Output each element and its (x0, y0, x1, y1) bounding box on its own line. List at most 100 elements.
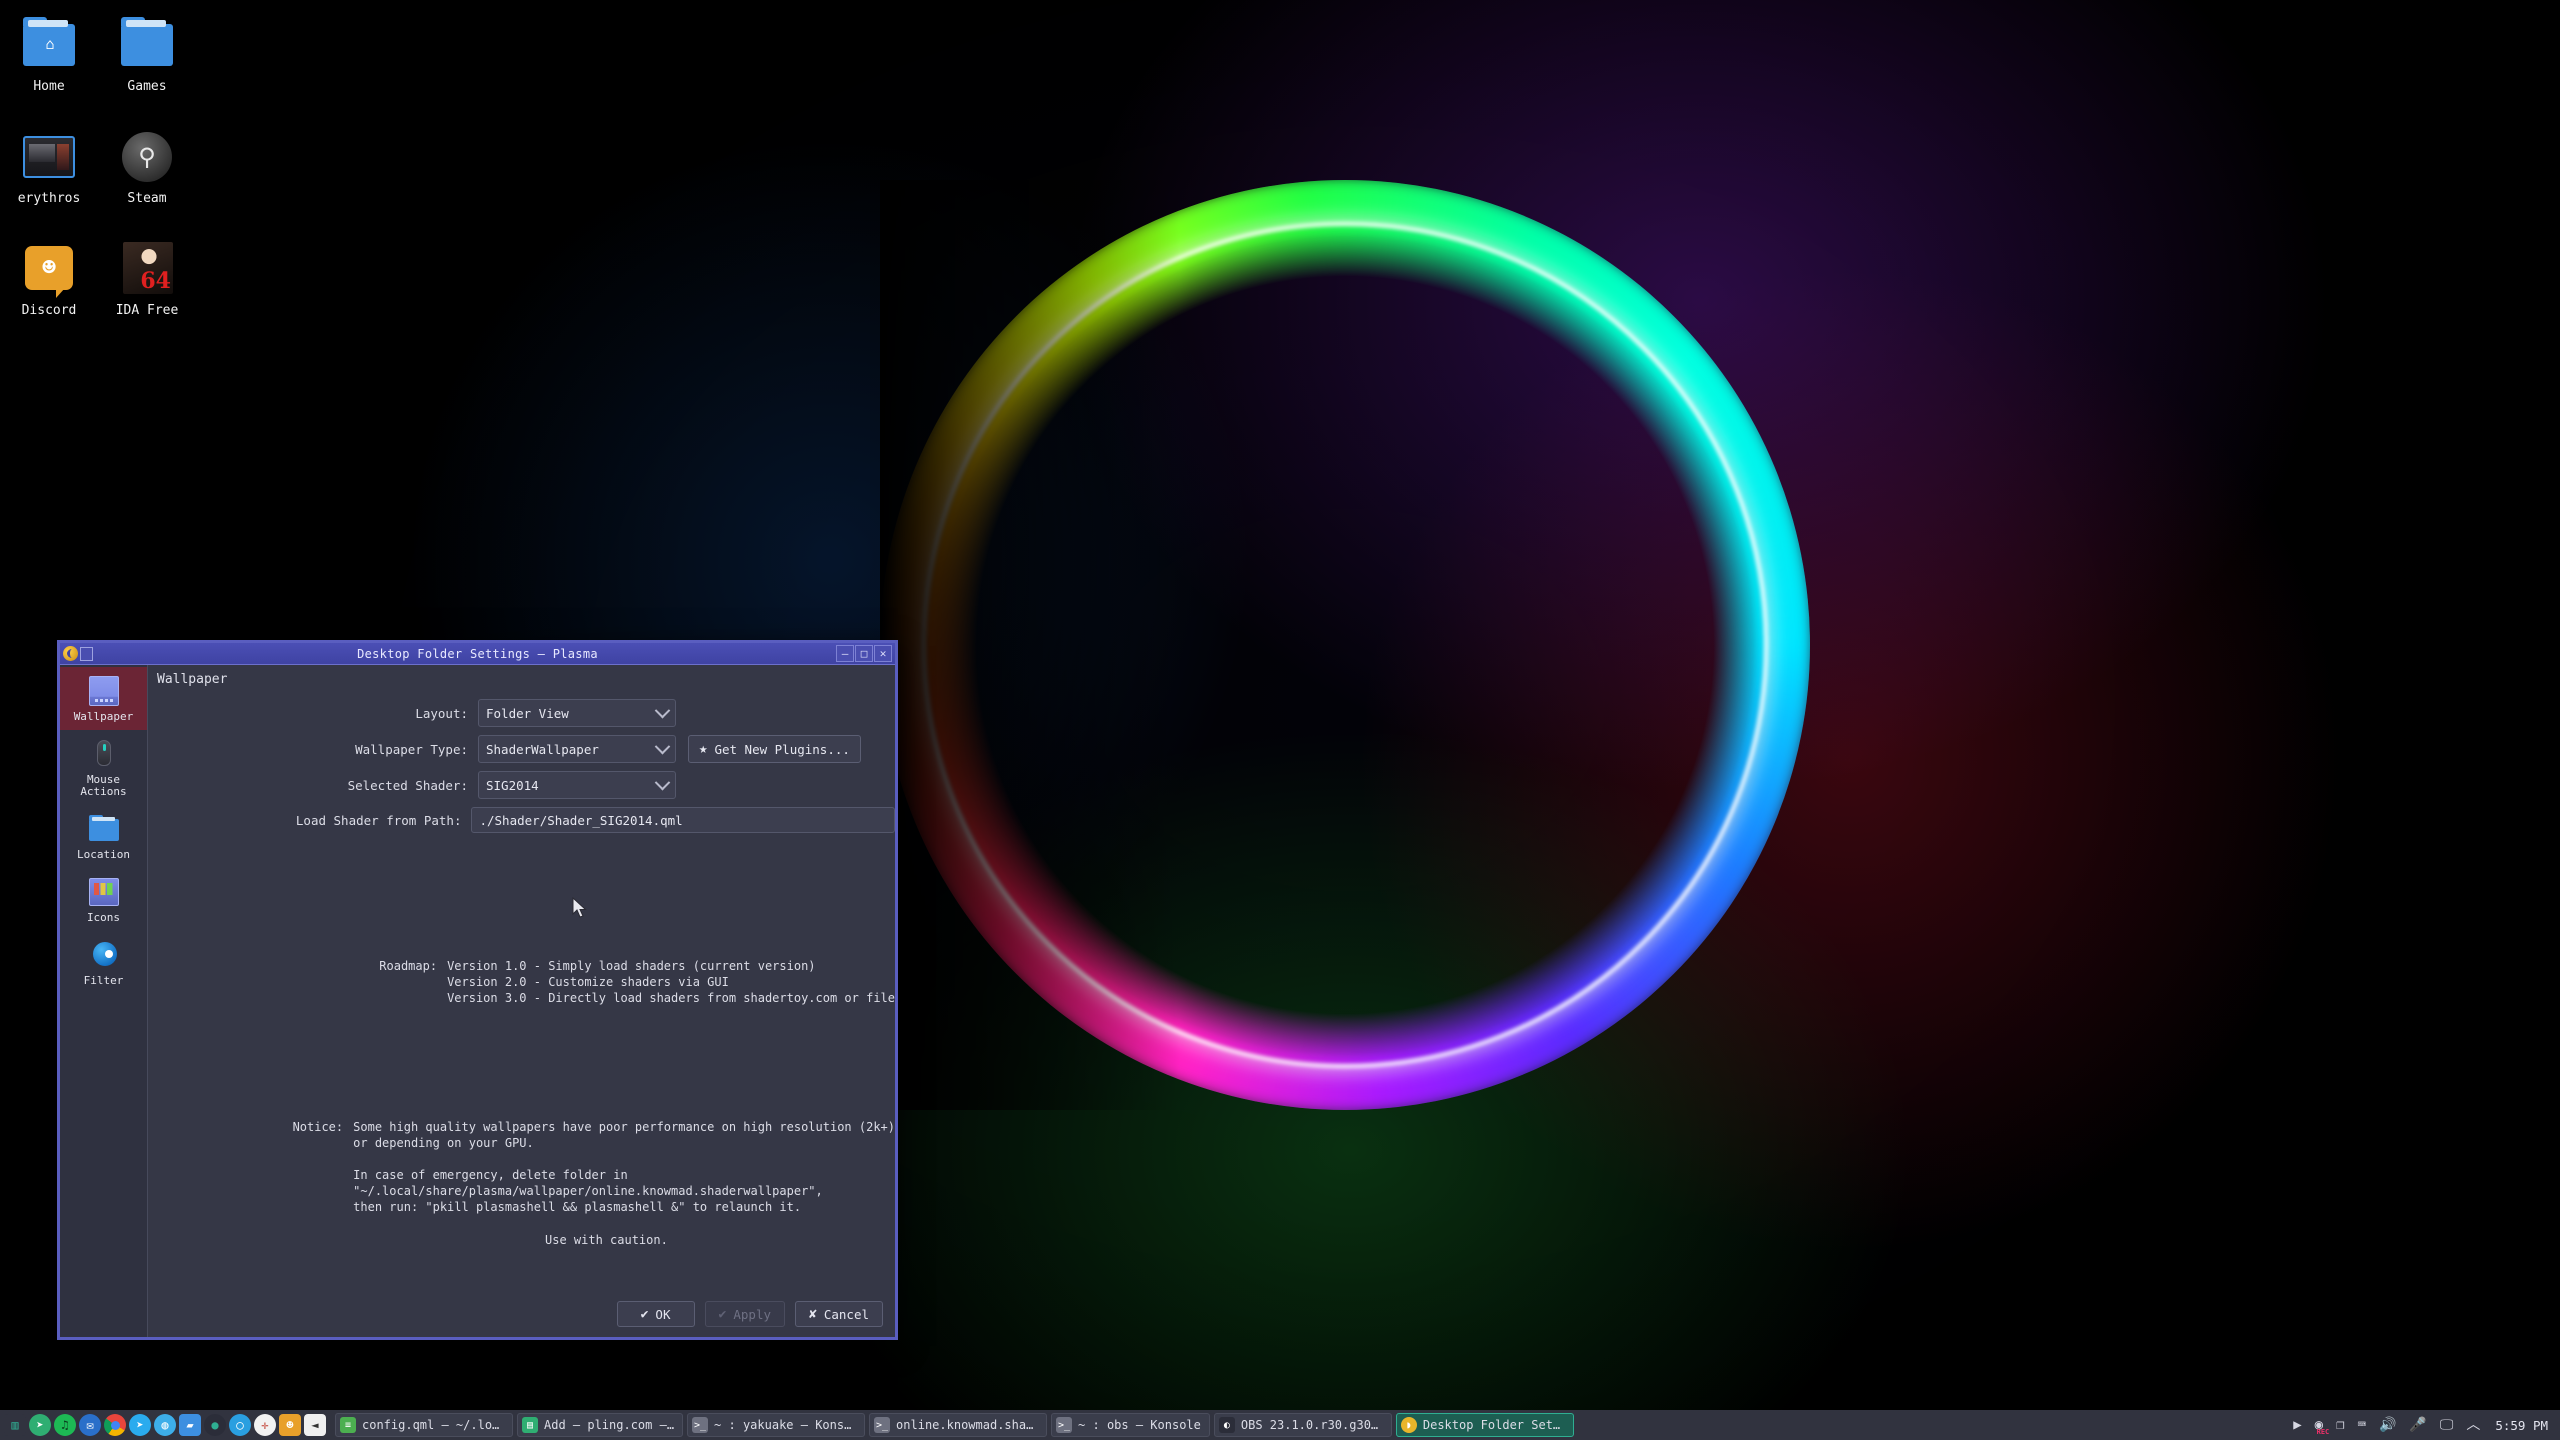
sidebar-item-mouse-actions[interactable]: Mouse Actions (60, 730, 147, 805)
telegram-alt-icon[interactable]: ➤ (29, 1414, 51, 1436)
konsole-blue-icon[interactable]: ◯ (229, 1414, 251, 1436)
selected-shader-select[interactable]: SIG2014 (478, 771, 676, 799)
wallpaper-icon (87, 676, 121, 706)
layout-select[interactable]: Folder View (478, 699, 676, 727)
minimize-button[interactable]: – (836, 645, 854, 662)
mouse-icon (87, 739, 121, 769)
sidebar-item-location[interactable]: Location (60, 805, 147, 868)
load-path-input[interactable]: ./Shader/Shader_SIG2014.qml (471, 807, 895, 833)
task-pling[interactable]: ▤ Add — pling.com —… (517, 1413, 684, 1437)
kate-icon: ≡ (340, 1417, 356, 1433)
rec-badge: REC (2316, 1428, 2330, 1436)
task-config-qml[interactable]: ≡ config.qml — ~/.local/… (335, 1413, 513, 1437)
apply-button-label: Apply (733, 1306, 772, 1322)
task-shaderwallpaper[interactable]: >_ online.knowmad.shaderw… (869, 1413, 1048, 1437)
sidebar-item-label: Filter (83, 974, 124, 988)
desktop-icon-discord[interactable]: ☻ Discord (0, 232, 98, 324)
desktop-icon-erythros[interactable]: erythros (0, 120, 98, 212)
desktop-icon-steam[interactable]: ⚲ Steam (98, 120, 196, 212)
folder-icon (87, 814, 121, 844)
ok-button[interactable]: ✔ OK (616, 1301, 695, 1327)
taskbar-launchers: ▥ ➤ ♫ ✉ ➤ ◍ ▰ ● ◯ ✛ ☻ ◄ (0, 1414, 326, 1436)
sidebar-item-label: Mouse Actions (80, 773, 127, 799)
task-label: OBS 23.1.0.r30.g3031a1… (1240, 1418, 1383, 1432)
sidebar-item-label: Wallpaper (73, 710, 134, 723)
desktop-folder-settings-dialog[interactable]: Desktop Folder Settings — Plasma – □ ✕ W… (57, 640, 898, 1340)
files-folder-icon[interactable]: ▰ (179, 1414, 201, 1436)
roadmap-block: Roadmap: Version 1.0 - Simply load shade… (148, 959, 895, 1007)
desktop[interactable]: ⌂ Home Games erythros ⚲ Steam ☻ Discord (0, 0, 2560, 1440)
window-menu-icon[interactable] (80, 646, 93, 661)
sidebar-item-filter[interactable]: Filter (60, 931, 147, 994)
folder-preview-icon (21, 128, 77, 184)
icons-grid-icon (87, 877, 121, 907)
clipboard-icon[interactable]: ❐ (2336, 1418, 2344, 1432)
desktop-icon-home[interactable]: ⌂ Home (0, 8, 98, 100)
task-label: Add — pling.com —… (544, 1418, 675, 1432)
task-yakuake-konsole[interactable]: >_ ~ : yakuake — Konsole (687, 1413, 866, 1437)
media-play-icon[interactable]: ▶ (2293, 1418, 2301, 1432)
gimp-icon[interactable]: ✛ (254, 1414, 276, 1436)
clock[interactable]: 5:59 PM (2493, 1418, 2548, 1433)
plasma-icon (63, 646, 78, 661)
obs-record-icon[interactable]: ◉ REC (2315, 1418, 2330, 1436)
wallpaper-form: Layout: Folder View Wallpaper Type: Shad… (148, 687, 895, 841)
ida-free-icon: 64 (119, 240, 175, 296)
task-label: ~ : yakuake — Konsole (714, 1418, 857, 1432)
task-desktop-folder-settings[interactable]: ◗ Desktop Folder Setting… (1395, 1413, 1574, 1437)
desktop-icon-label: erythros (17, 191, 81, 206)
chevron-up-icon[interactable]: ︿ (2466, 1418, 2480, 1432)
dolphin-icon[interactable]: ◍ (154, 1414, 176, 1436)
filter-toggle-icon (87, 940, 121, 970)
audio-app-icon[interactable]: ◄ (304, 1414, 326, 1436)
kicker-menu-icon[interactable]: ▥ (4, 1414, 26, 1436)
chevron-down-icon (654, 738, 671, 754)
microphone-icon[interactable]: ● (204, 1414, 226, 1436)
discord-icon[interactable]: ☻ (279, 1414, 301, 1436)
sidebar-item-label: Location (77, 848, 130, 862)
task-label: config.qml — ~/.local/… (362, 1418, 504, 1432)
desktop-icon-label: Discord (21, 303, 77, 318)
spotify-icon[interactable]: ♫ (54, 1414, 76, 1436)
close-button[interactable]: ✕ (874, 645, 892, 662)
desktop-icon-label: Steam (127, 191, 167, 206)
folder-home-icon: ⌂ (21, 16, 77, 72)
volume-icon[interactable]: 🔊 (2379, 1418, 2396, 1432)
ring-core (922, 222, 1768, 1068)
wallpaper-type-select[interactable]: ShaderWallpaper (478, 735, 676, 763)
desktop-icon-ida-free[interactable]: 64 IDA Free (98, 232, 196, 324)
dialog-content: Wallpaper Layout: Folder View Wallpaper … (148, 665, 895, 1337)
maximize-button[interactable]: □ (855, 645, 873, 662)
konsole-icon: >_ (874, 1417, 891, 1433)
load-path-row: Load Shader from Path: ./Shader/Shader_S… (148, 807, 895, 833)
microphone-icon[interactable]: 🎤 (2409, 1418, 2426, 1432)
notice-text: Some high quality wallpapers have poor p… (353, 1119, 895, 1214)
thunderbird-icon[interactable]: ✉ (79, 1414, 101, 1436)
roadmap-label: Roadmap: (379, 959, 438, 973)
desktop-icon-games[interactable]: Games (98, 8, 196, 100)
taskbar[interactable]: ▥ ➤ ♫ ✉ ➤ ◍ ▰ ● ◯ ✛ ☻ ◄ ≡ config.qml — ~… (0, 1410, 2560, 1440)
keyboard-icon[interactable]: ⌨ (2358, 1418, 2366, 1432)
cancel-button[interactable]: ✘ Cancel (795, 1301, 883, 1327)
system-tray: ▶ ◉ REC ❐ ⌨ 🔊 🎤 🖵 ︿ 5:59 PM (2293, 1418, 2560, 1436)
wallpaper-type-select-value: ShaderWallpaper (486, 741, 599, 757)
steam-icon: ⚲ (119, 128, 175, 184)
cancel-button-label: Cancel (823, 1306, 869, 1322)
wallpaper-type-row: Wallpaper Type: ShaderWallpaper ★ Get Ne… (148, 735, 895, 763)
get-new-plugins-button[interactable]: ★ Get New Plugins... (688, 735, 861, 763)
apply-button: ✔ Apply (704, 1301, 786, 1327)
telegram-icon[interactable]: ➤ (129, 1414, 151, 1436)
chevron-down-icon (654, 702, 671, 718)
plasma-icon: ◗ (1400, 1417, 1417, 1433)
sidebar-item-wallpaper[interactable]: Wallpaper (60, 667, 147, 731)
get-new-plugins-label: Get New Plugins... (714, 741, 850, 757)
check-icon: ✔ (640, 1306, 649, 1322)
task-obs-studio[interactable]: ◐ OBS 23.1.0.r30.g3031a1… (1213, 1413, 1392, 1437)
display-icon[interactable]: 🖵 (2440, 1418, 2454, 1432)
task-obs-konsole[interactable]: >_ ~ : obs — Konsole (1051, 1413, 1210, 1437)
selected-shader-row: Selected Shader: SIG2014 (148, 771, 895, 799)
dialog-titlebar[interactable]: Desktop Folder Settings — Plasma – □ ✕ (60, 643, 895, 665)
chrome-icon[interactable] (104, 1414, 126, 1436)
sidebar-item-icons[interactable]: Icons (60, 868, 147, 931)
caution-text: Use with caution. (545, 1232, 668, 1247)
